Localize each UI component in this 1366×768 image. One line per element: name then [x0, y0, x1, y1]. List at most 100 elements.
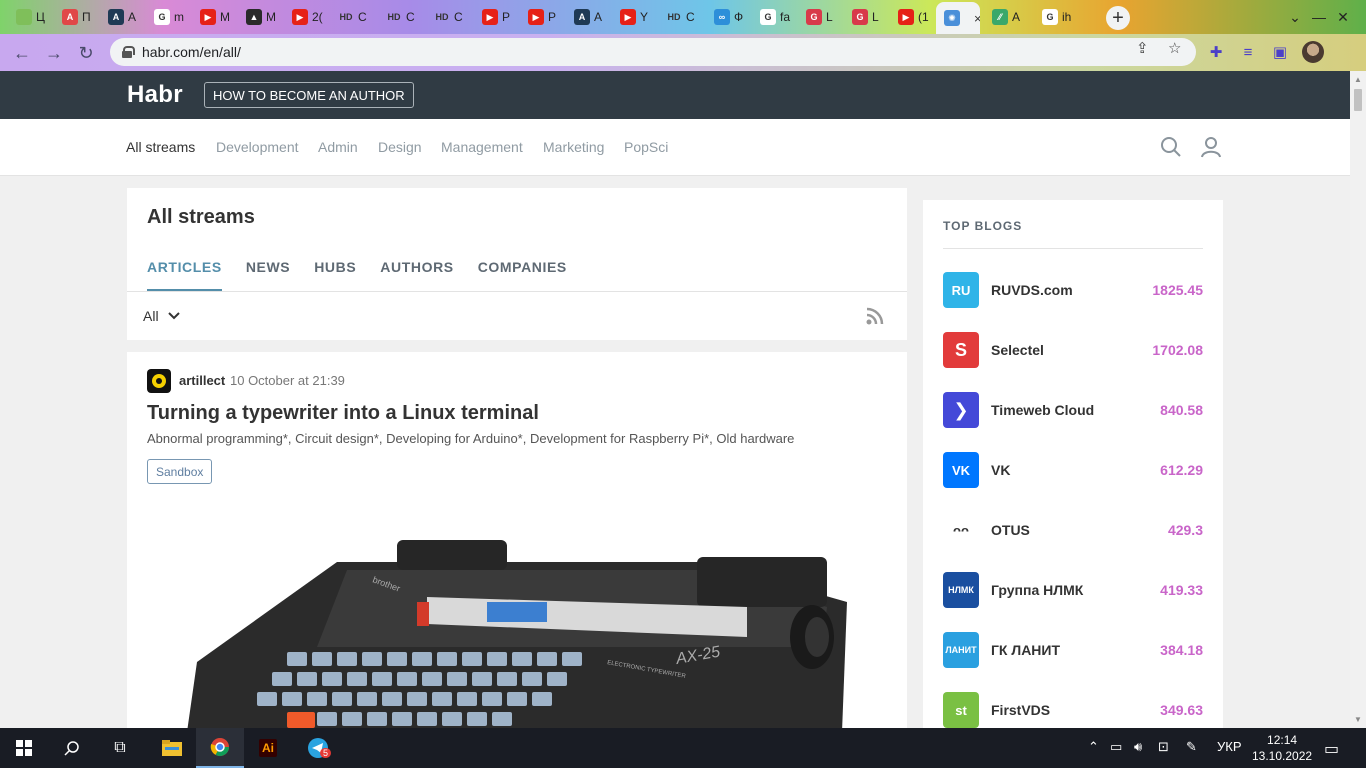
article-hubs[interactable]: Abnormal programming*, Circuit design*, … — [147, 431, 794, 446]
network-icon[interactable]: ▭ — [1110, 739, 1122, 755]
sandbox-badge[interactable]: Sandbox — [147, 459, 213, 484]
browser-tab[interactable]: AA — [100, 4, 146, 30]
browser-tab[interactable]: GL — [798, 4, 844, 30]
blog-row[interactable]: RU RUVDS.com 1825.45 — [943, 272, 1203, 308]
browser-tab[interactable]: ▶ 2( — [284, 4, 330, 30]
menu-item-management[interactable]: Management — [441, 139, 523, 155]
scroll-thumb[interactable] — [1354, 89, 1362, 111]
blog-logo[interactable]: RU — [943, 272, 979, 308]
side-panel-icon[interactable]: ▣ — [1270, 42, 1290, 62]
browser-tab[interactable]: ▶ P — [474, 4, 520, 30]
address-bar[interactable]: habr.com/en/all/ — [110, 38, 1196, 66]
menu-item-development[interactable]: Development — [216, 139, 299, 155]
browser-tab[interactable]: HD C — [378, 4, 426, 30]
task-view-icon[interactable]: ⧉ — [96, 728, 144, 768]
blog-logo[interactable]: ᴖᴖ — [943, 512, 979, 548]
tab-hubs[interactable]: HUBS — [314, 259, 356, 291]
blog-row[interactable]: ᴖᴖ OTUS 429.3 — [943, 512, 1203, 548]
browser-tab[interactable]: ✺ × — [936, 2, 980, 34]
tab-articles[interactable]: ARTICLES — [147, 259, 222, 291]
reload-icon[interactable]: ↻ — [74, 41, 98, 65]
tab-news[interactable]: NEWS — [246, 259, 290, 291]
browser-tab[interactable]: ∞ Ф — [706, 4, 752, 30]
blog-row[interactable]: НЛМК Группа НЛМК 419.33 — [943, 572, 1203, 608]
back-icon[interactable]: ← — [10, 41, 34, 65]
blog-logo[interactable]: ❯ — [943, 392, 979, 428]
article-title[interactable]: Turning a typewriter into a Linux termin… — [147, 402, 539, 425]
blog-logo[interactable]: VK — [943, 452, 979, 488]
browser-tab[interactable]: Gfa — [752, 4, 798, 30]
extensions-puzzle-icon[interactable]: ✚ — [1206, 42, 1226, 62]
pen-icon[interactable]: ✎ — [1186, 739, 1197, 755]
blog-name[interactable]: FirstVDS — [991, 702, 1050, 718]
file-explorer-icon[interactable] — [148, 728, 196, 768]
language-indicator[interactable]: УКР — [1217, 739, 1242, 754]
blog-name[interactable]: Timeweb Cloud — [991, 402, 1094, 418]
windows-start-icon[interactable] — [0, 728, 48, 768]
browser-tab[interactable]: AП — [54, 4, 100, 30]
blog-name[interactable]: RUVDS.com — [991, 282, 1073, 298]
scroll-up-icon[interactable]: ▲ — [1354, 75, 1362, 84]
media-queue-icon[interactable]: ≡ — [1238, 42, 1258, 62]
browser-tab[interactable]: Gih — [1034, 4, 1080, 30]
close-window-icon[interactable]: ✕ — [1320, 0, 1366, 34]
menu-item-design[interactable]: Design — [378, 139, 422, 155]
blog-name[interactable]: ГК ЛАНИТ — [991, 642, 1060, 658]
forward-icon[interactable]: → — [42, 41, 66, 65]
browser-tab[interactable]: ▲ M — [238, 4, 284, 30]
avatar[interactable] — [147, 369, 171, 393]
browser-tab[interactable]: HD C — [426, 4, 474, 30]
blog-logo[interactable]: S — [943, 332, 979, 368]
menu-item-all-streams[interactable]: All streams — [126, 139, 195, 155]
browser-tab[interactable]: AA — [566, 4, 612, 30]
blog-name[interactable]: Selectel — [991, 342, 1044, 358]
search-icon[interactable] — [1160, 136, 1182, 158]
browser-tab[interactable]: GL — [844, 4, 890, 30]
habr-logo[interactable]: Habr — [127, 81, 183, 109]
telegram-icon[interactable]: 5 — [294, 728, 342, 768]
filter-dropdown[interactable]: All — [143, 308, 181, 324]
browser-tab[interactable]: Ц — [8, 4, 54, 30]
blog-row[interactable]: ЛАНИТ ГК ЛАНИТ 384.18 — [943, 632, 1203, 668]
new-tab-button[interactable]: + — [1106, 6, 1130, 30]
article-author[interactable]: artillect — [179, 373, 225, 388]
user-icon[interactable] — [1200, 136, 1222, 158]
blog-row[interactable]: VK VK 612.29 — [943, 452, 1203, 488]
menu-item-marketing[interactable]: Marketing — [543, 139, 604, 155]
scroll-down-icon[interactable]: ▼ — [1354, 715, 1362, 724]
browser-tab[interactable]: ▶ M — [192, 4, 238, 30]
chrome-taskbar-icon[interactable] — [196, 728, 244, 768]
browser-tab[interactable]: ⁄⁄ A — [984, 4, 1034, 30]
browser-tab[interactable]: ▶ (1 — [890, 4, 936, 30]
blog-row[interactable]: st FirstVDS 349.63 — [943, 692, 1203, 728]
bookmark-star-icon[interactable]: ☆ — [1168, 39, 1181, 57]
browser-tab[interactable]: HD C — [658, 4, 706, 30]
blog-logo[interactable]: ЛАНИТ — [943, 632, 979, 668]
notifications-icon[interactable]: ▭ — [1324, 739, 1339, 759]
typewriter-image[interactable]: brother AX-25 ELECTRONIC TYPEWRITER — [187, 512, 847, 728]
tab-companies[interactable]: COMPANIES — [478, 259, 567, 291]
illustrator-icon[interactable]: Ai — [244, 728, 292, 768]
menu-item-popsci[interactable]: PopSci — [624, 139, 668, 155]
browser-tab[interactable]: ▶ Y — [612, 4, 658, 30]
browser-tab[interactable]: ▶ P — [520, 4, 566, 30]
tray-chevron-icon[interactable]: ⌃ — [1088, 739, 1099, 755]
browser-tab[interactable]: HD C — [330, 4, 378, 30]
blog-logo[interactable]: НЛМК — [943, 572, 979, 608]
blog-row[interactable]: ❯ Timeweb Cloud 840.58 — [943, 392, 1203, 428]
blog-name[interactable]: OTUS — [991, 522, 1030, 538]
search-icon[interactable] — [48, 728, 96, 768]
clock[interactable]: 12:14 13.10.2022 — [1252, 732, 1312, 764]
display-icon[interactable]: ⊡ — [1158, 739, 1169, 755]
volume-icon[interactable]: 🔊︎ — [1134, 739, 1142, 755]
rss-icon[interactable] — [865, 306, 885, 326]
page-scrollbar[interactable]: ▲ ▼ — [1350, 71, 1366, 728]
browser-tab[interactable]: Gm — [146, 4, 192, 30]
tab-authors[interactable]: AUTHORS — [380, 259, 453, 291]
close-tab-icon[interactable]: × — [974, 11, 980, 26]
blog-row[interactable]: S Selectel 1702.08 — [943, 332, 1203, 368]
share-icon[interactable]: ⇪ — [1136, 39, 1149, 57]
become-author-button[interactable]: HOW TO BECOME AN AUTHOR — [204, 82, 414, 108]
blog-name[interactable]: Группа НЛМК — [991, 582, 1083, 598]
blog-logo[interactable]: st — [943, 692, 979, 728]
